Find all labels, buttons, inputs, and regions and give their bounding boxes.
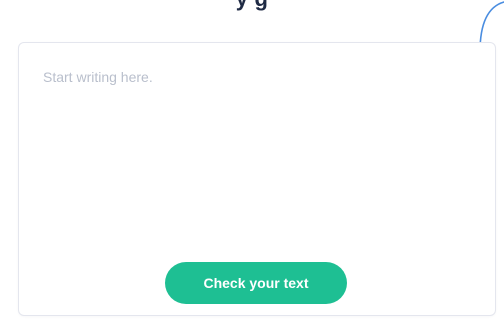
check-text-button[interactable]: Check your text bbox=[165, 262, 347, 304]
page-heading-partial: y g bbox=[236, 0, 268, 10]
text-editor-card: Check your text bbox=[18, 42, 496, 316]
text-input-area[interactable] bbox=[43, 69, 463, 249]
